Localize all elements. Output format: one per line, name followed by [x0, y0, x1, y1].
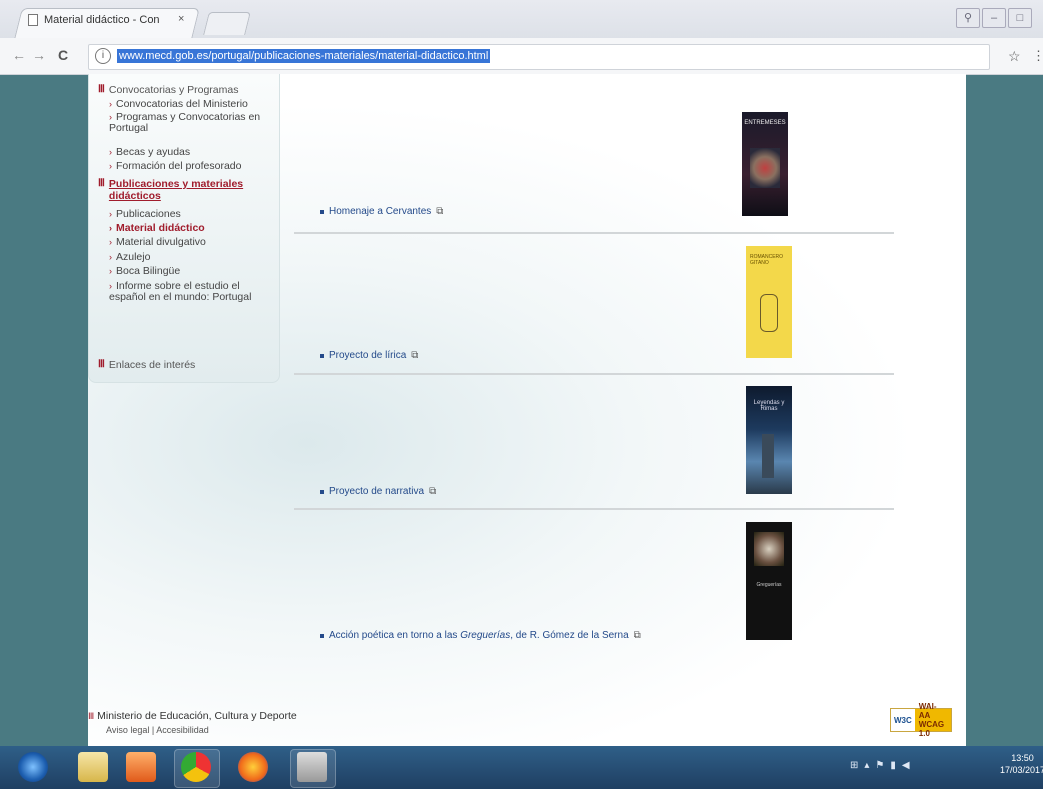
material-link-lirica[interactable]: Proyecto de lírica ⧉	[320, 350, 418, 361]
link-bullet-icon	[320, 633, 324, 638]
url-text[interactable]: www.mecd.gob.es/portugal/publicaciones-m…	[117, 49, 491, 63]
sidebar-item-formacion[interactable]: › Formación del profesorado	[109, 161, 241, 172]
accessibility-link[interactable]: Accesibilidad	[156, 725, 209, 735]
sidebar-section-publicaciones[interactable]: Ⅲ Publicaciones y materiales didácticos	[98, 178, 268, 202]
tab-label-group: Material didáctico - Con	[28, 14, 160, 26]
sidebar-item-azulejo[interactable]: › Azulejo	[109, 252, 150, 263]
clipboard-app-icon	[297, 752, 327, 782]
external-link-icon: ⧉	[411, 350, 419, 361]
cover-leyendas-rimas[interactable]: Leyendas y Rimas	[746, 386, 792, 494]
cover-greguerias[interactable]: Greguerías	[746, 522, 792, 640]
footer-links: Aviso legal | Accesibilidad	[106, 725, 209, 735]
sidebar-item-programas-portugal[interactable]: › Programas y Convocatorias en Portugal	[109, 112, 274, 134]
system-tray-icons[interactable]: ⊞▴⚑▮◀	[850, 760, 980, 774]
back-icon[interactable]: ←	[12, 47, 26, 63]
link-bullet-icon	[320, 489, 324, 494]
tab-close-icon[interactable]: ×	[178, 13, 184, 25]
reload-icon[interactable]: C	[58, 47, 68, 63]
w3c-wai-badge[interactable]: W3C WAI-AA WCAG 1.0	[890, 702, 952, 738]
cover-entremeses[interactable]: ENTREMESES	[742, 112, 788, 216]
external-link-icon: ⧉	[436, 206, 444, 217]
section-bullet-icon: Ⅲ	[88, 711, 95, 721]
external-link-icon: ⧉	[429, 486, 437, 497]
minimize-button[interactable]: –	[982, 8, 1006, 28]
row-divider	[294, 508, 894, 510]
section-bullet-icon: Ⅲ	[98, 84, 105, 95]
sidebar-item-informe[interactable]: › Informe sobre el estudio el español en …	[109, 281, 274, 303]
ministry-footer: Ⅲ Ministerio de Educación, Cultura y Dep…	[88, 710, 297, 722]
new-tab-button[interactable]	[203, 12, 251, 35]
section-bullet-icon: Ⅲ	[98, 178, 105, 189]
tab-title: Material didáctico - Con	[44, 14, 160, 26]
forward-icon[interactable]: →	[32, 47, 46, 63]
page-content: Ⅲ Convocatorias y Programas › Convocatori…	[88, 74, 966, 746]
sidebar-item-publicaciones[interactable]: › Publicaciones	[109, 209, 181, 220]
sidebar-item-becas[interactable]: › Becas y ayudas	[109, 147, 190, 158]
legal-notice-link[interactable]: Aviso legal	[106, 725, 149, 735]
material-link-cervantes[interactable]: Homenaje a Cervantes ⧉	[320, 206, 443, 217]
sidebar-item-material-divulgativo[interactable]: › Material divulgativo	[109, 237, 206, 248]
media-player-icon[interactable]	[126, 752, 156, 782]
external-link-icon: ⧉	[633, 630, 641, 641]
row-divider	[294, 373, 894, 375]
browser-menu-icon[interactable]: ⋮	[1032, 48, 1043, 64]
sidebar-item-convocatorias-ministerio[interactable]: › Convocatorias del Ministerio	[109, 99, 248, 110]
maximize-button[interactable]: □	[1008, 8, 1032, 28]
taskbar-clock[interactable]: 13:50 17/03/2017	[1000, 752, 1043, 776]
page-icon	[28, 14, 38, 26]
windows-taskbar: ⊞▴⚑▮◀ 13:50 17/03/2017	[0, 746, 1043, 789]
sidebar-section-enlaces[interactable]: Ⅲ Enlaces de interés	[98, 359, 195, 371]
start-button-icon[interactable]	[18, 752, 48, 782]
firefox-icon[interactable]	[238, 752, 268, 782]
material-link-narrativa[interactable]: Proyecto de narrativa ⧉	[320, 486, 436, 497]
chrome-icon	[181, 752, 211, 782]
info-icon[interactable]: i	[95, 48, 111, 64]
sidebar-item-boca-bilingue[interactable]: › Boca Bilingüe	[109, 266, 180, 277]
sidebar-section-convocatorias[interactable]: Ⅲ Convocatorias y Programas	[98, 84, 238, 96]
sidebar-nav: Ⅲ Convocatorias y Programas › Convocatori…	[88, 74, 280, 383]
bookmark-star-icon[interactable]: ☆	[1008, 48, 1021, 65]
address-bar[interactable]: i www.mecd.gob.es/portugal/publicaciones…	[88, 44, 990, 70]
profile-icon[interactable]: ⚲	[956, 8, 980, 28]
link-bullet-icon	[320, 353, 324, 358]
material-link-greguerias[interactable]: Acción poética en torno a las Greguerías…	[320, 630, 641, 641]
link-bullet-icon	[320, 209, 324, 214]
browser-tab-strip: Material didáctico - Con × ⚲ – □	[0, 0, 1043, 39]
browser-toolbar: ← → C i www.mecd.gob.es/portugal/publica…	[0, 38, 1043, 75]
cover-romancero-gitano[interactable]: ROMANCERO GITANO	[746, 246, 792, 358]
sidebar-item-material-didactico[interactable]: › Material didáctico	[109, 223, 205, 234]
section-bullet-icon: Ⅲ	[98, 359, 105, 370]
file-explorer-icon[interactable]	[78, 752, 108, 782]
row-divider	[294, 232, 894, 234]
